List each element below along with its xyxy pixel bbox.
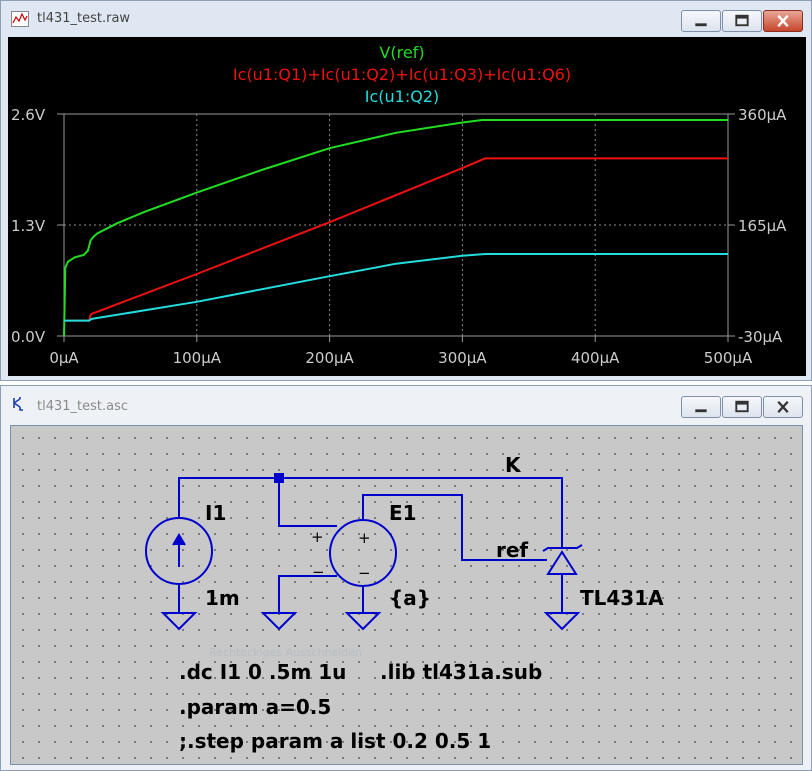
window-title: tl431_test.asc [37,399,129,414]
ground-icon [260,612,298,631]
waveform-window: tl431_test.raw V(ref) Ic(u1:Q1)+Ic(u1:Q2)… [0,0,812,381]
wire-plus-input[interactable] [278,478,337,527]
schematic-drawing[interactable]: Rechteckiges Ausschneiden I1 1m E1 {a} K… [11,426,802,764]
ground-icon [344,612,382,631]
right-axis-tick-label: 165µA [738,217,787,235]
legend-entry[interactable]: Ic(u1:Q1)+Ic(u1:Q2)+Ic(u1:Q3)+Ic(u1:Q6) [233,65,571,84]
trace-line[interactable] [63,119,728,337]
ground-icon [160,612,198,631]
ground-symbols [160,612,581,631]
wire-junction [274,473,284,483]
maximize-icon [735,400,749,413]
minimize-icon [695,23,707,27]
waveform-file-icon [11,11,29,27]
x-axis-tick-label: 0µA [49,349,79,367]
ghost-snip-label: Rechteckiges Ausschneiden [209,646,362,659]
ground-icon [543,612,581,631]
net-ref-label: ref [496,538,528,562]
e1-out-minus: − [358,564,371,582]
close-icon [777,14,789,28]
right-axis-tick-label: 360µA [738,106,787,124]
x-axis-tick-label: 400µA [571,349,620,367]
directive-step[interactable]: ;.step param a list 0.2 0.5 1 [179,729,491,753]
x-axis-tick-label: 100µA [173,349,222,367]
e1-out-plus: + [358,529,371,547]
left-axis-tick-label: 2.6V [11,106,46,124]
e1-value: {a} [389,586,431,610]
net-k-label: K [505,453,522,477]
schematic-titlebar[interactable]: tl431_test.asc [1,386,811,420]
x-axis-tick-label: 300µA [438,349,487,367]
tl431-symbol[interactable] [542,544,583,575]
directive-dc[interactable]: .dc I1 0 .5m 1u [179,660,346,684]
maximize-button[interactable] [722,396,762,418]
current-source-i1[interactable] [145,517,213,585]
maximize-icon [735,14,749,27]
maximize-button[interactable] [722,10,762,32]
waveform-chart[interactable]: V(ref) Ic(u1:Q1)+Ic(u1:Q2)+Ic(u1:Q3)+Ic(u… [8,37,806,376]
legend-entry[interactable]: Ic(u1:Q2) [365,87,439,106]
waveform-plot-area[interactable]: V(ref) Ic(u1:Q1)+Ic(u1:Q2)+Ic(u1:Q3)+Ic(u… [8,37,806,376]
minimize-button[interactable] [681,396,721,418]
waveform-titlebar[interactable]: tl431_test.raw [1,1,811,35]
wire-minus-input[interactable] [278,575,337,613]
minimize-icon [695,409,707,413]
left-axis-tick-label: 1.3V [11,217,46,235]
e1-label: E1 [389,501,417,525]
e1-ctrl-minus: − [312,563,325,581]
close-button[interactable] [763,10,803,32]
i1-label: I1 [205,501,226,525]
window-title: tl431_test.raw [37,11,131,26]
e1-ctrl-plus: + [311,528,324,546]
right-axis-tick-label: -30µA [738,328,783,346]
trace-line[interactable] [64,157,728,322]
close-button[interactable] [763,396,803,418]
tl431-part-label: TL431A [580,586,664,610]
i1-value: 1m [205,586,240,610]
minimize-button[interactable] [681,10,721,32]
schematic-file-icon [13,397,23,411]
legend-entry[interactable]: V(ref) [379,43,424,62]
directive-lib[interactable]: .lib tl431a.sub [380,660,542,684]
close-icon [777,400,789,413]
directive-param[interactable]: .param a=0.5 [179,695,331,719]
schematic-window: tl431_test.asc Rechteckiges Ausschneiden… [0,385,812,771]
x-axis-tick-label: 500µA [704,349,753,367]
x-axis-tick-label: 200µA [305,349,354,367]
left-axis-tick-label: 0.0V [11,328,46,346]
schematic-canvas[interactable]: Rechteckiges Ausschneiden I1 1m E1 {a} K… [10,425,803,765]
